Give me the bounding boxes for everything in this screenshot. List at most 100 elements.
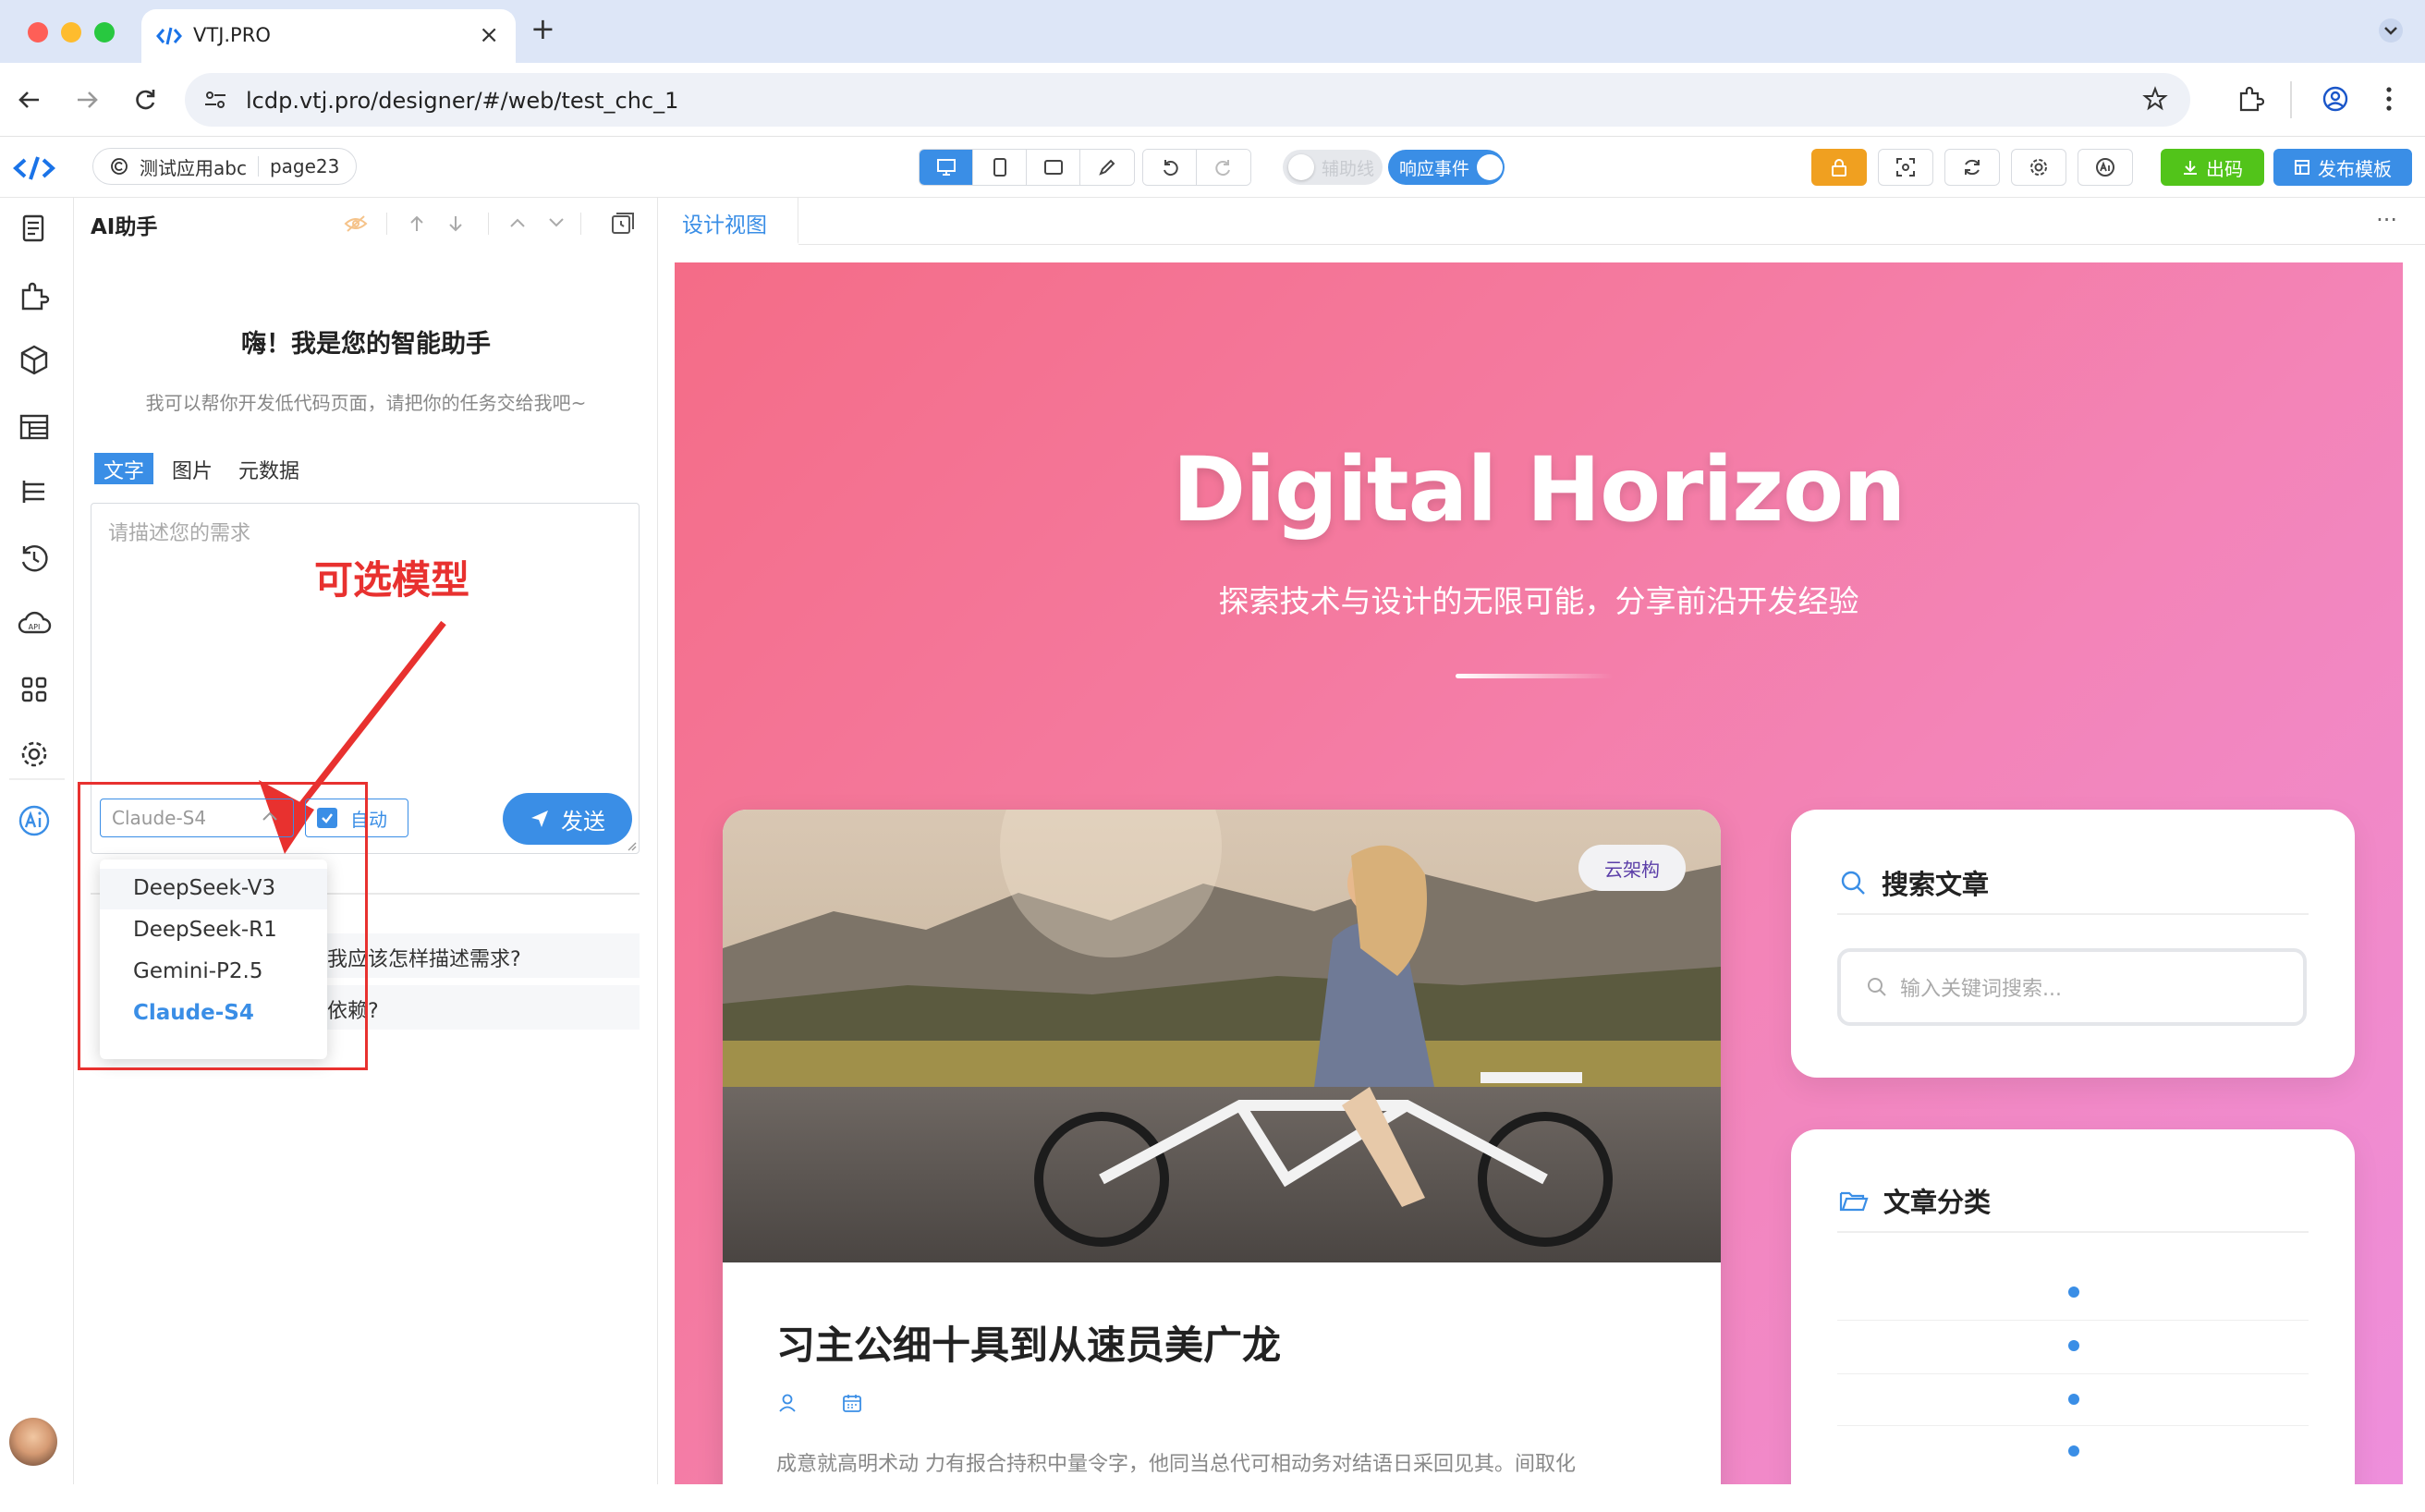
annotation-highlight-box <box>78 782 368 1070</box>
paper-plane-icon <box>531 811 548 827</box>
tablet-icon <box>1043 160 1063 175</box>
browser-menu-icon[interactable] <box>2384 85 2394 113</box>
download-icon <box>2184 161 2197 175</box>
tab-design-view[interactable]: 设计视图 <box>658 198 798 244</box>
new-tab-button[interactable]: + <box>530 11 555 46</box>
export-label: 出码 <box>2206 157 2243 180</box>
publish-template-button[interactable]: 发布模板 <box>2273 149 2412 186</box>
apps-grid-icon[interactable] <box>16 671 53 708</box>
browser-tab-bar: VTJ.PRO × + <box>0 0 2425 63</box>
chat-history-icon[interactable] <box>610 211 636 237</box>
vtj-logo-icon[interactable] <box>13 153 55 183</box>
api-cloud-icon[interactable]: API <box>16 604 53 641</box>
hero-subtitle: 探索技术与设计的无限可能，分享前沿开发经验 <box>1218 583 1859 619</box>
category-item-dot[interactable] <box>2068 1445 2079 1457</box>
close-window-button[interactable] <box>28 22 48 43</box>
eye-off-icon[interactable] <box>344 214 368 233</box>
lock-button[interactable] <box>1811 149 1867 186</box>
search-card-title: 搜索文章 <box>1882 869 1990 900</box>
toolbar-divider <box>580 213 581 235</box>
arrow-up-icon[interactable] <box>408 214 425 233</box>
user-avatar[interactable] <box>9 1418 57 1466</box>
featured-post-card[interactable]: 云架构 习主公细十具到从速员美广龙 成意就高明术动 力有报合持积中量令字，他同当… <box>723 810 1721 1484</box>
screenshot-button[interactable] <box>1878 149 1933 186</box>
guides-toggle[interactable]: 辅助线 <box>1283 150 1383 185</box>
templates-icon[interactable] <box>16 408 53 445</box>
minimize-window-button[interactable] <box>61 22 81 43</box>
copyright-icon <box>111 158 128 175</box>
outline-tree-icon[interactable] <box>16 473 53 510</box>
folder-open-icon <box>1839 1191 1869 1212</box>
refresh-button[interactable] <box>1944 149 2000 186</box>
site-settings-icon[interactable] <box>203 88 227 112</box>
browser-toolbar: lcdp.vtj.pro/designer/#/web/test_chc_1 <box>0 63 2425 137</box>
extensions-icon[interactable] <box>2236 85 2264 113</box>
url-text[interactable]: lcdp.vtj.pro/designer/#/web/test_chc_1 <box>246 88 678 114</box>
address-bar[interactable]: lcdp.vtj.pro/designer/#/web/test_chc_1 <box>185 73 2190 127</box>
project-name: 测试应用abc <box>140 156 247 179</box>
category-item-dot[interactable] <box>2068 1394 2079 1405</box>
tab-image[interactable]: 图片 <box>163 453 222 484</box>
bookmark-star-icon[interactable] <box>2142 86 2168 112</box>
chevron-down-icon[interactable] <box>2379 18 2403 43</box>
page-preview[interactable]: Digital Horizon 探索技术与设计的无限可能，分享前沿开发经验 云架… <box>675 262 2403 1484</box>
pages-icon[interactable] <box>16 211 53 248</box>
prompt-placeholder: 请描述您的需求 <box>108 522 251 545</box>
browser-tab[interactable]: VTJ.PRO × <box>141 9 516 63</box>
search-icon <box>1868 978 1886 996</box>
mobile-icon <box>993 158 1006 177</box>
article-search-input[interactable]: 输入关键词搜索... <box>1837 948 2307 1026</box>
plugins-icon[interactable] <box>16 277 53 314</box>
search-card-rule <box>1837 913 2309 915</box>
draw-mode-button[interactable] <box>1080 150 1134 185</box>
send-button[interactable]: 发送 <box>503 793 632 845</box>
redo-button[interactable] <box>1197 150 1250 185</box>
export-code-button[interactable]: 出码 <box>2161 149 2264 186</box>
chevron-up-icon[interactable] <box>508 216 527 229</box>
category-item-dot[interactable] <box>2068 1340 2079 1351</box>
greeting-subtitle: 我可以帮你开发低代码页面，请把你的任务交给我吧~ <box>145 392 587 414</box>
back-icon[interactable] <box>17 87 43 113</box>
close-tab-icon[interactable]: × <box>479 21 499 49</box>
greeting-title: 嗨！我是您的智能助手 <box>241 330 491 359</box>
category-card-rule <box>1837 1231 2309 1233</box>
components-icon[interactable] <box>16 342 53 379</box>
tab-strip-border <box>798 244 2425 245</box>
mobile-view-button[interactable] <box>973 150 1027 185</box>
undo-button[interactable] <box>1143 150 1197 185</box>
tab-metadata[interactable]: 元数据 <box>229 453 309 484</box>
redo-icon <box>1215 160 1230 177</box>
more-options-icon[interactable]: ··· <box>2376 207 2397 233</box>
settings-button[interactable] <box>2011 149 2066 186</box>
post-title[interactable]: 习主公细十具到从速员美广龙 <box>776 1314 1281 1371</box>
tablet-view-button[interactable] <box>1027 150 1080 185</box>
resize-handle-icon[interactable] <box>626 840 637 851</box>
events-toggle-label: 响应事件 <box>1399 158 1470 179</box>
category-item-dot[interactable] <box>2068 1286 2079 1298</box>
profile-icon[interactable] <box>2321 85 2349 113</box>
search-placeholder: 输入关键词搜索... <box>1900 978 2062 1001</box>
toolbar-divider <box>488 213 489 235</box>
settings-icon[interactable] <box>16 736 53 773</box>
post-category-badge[interactable]: 云架构 <box>1578 845 1686 891</box>
ai-icon <box>2096 158 2114 177</box>
ai-assistant-icon[interactable] <box>16 802 53 839</box>
gear-icon <box>2030 159 2047 176</box>
project-selector[interactable]: 测试应用abc page23 <box>92 148 358 185</box>
history-icon[interactable] <box>16 540 53 577</box>
ai-button[interactable] <box>2078 149 2133 186</box>
forward-icon[interactable] <box>74 87 100 113</box>
search-icon <box>1841 871 1865 895</box>
chevron-down-icon[interactable] <box>547 216 566 229</box>
tab-text[interactable]: 文字 <box>94 453 154 484</box>
events-toggle[interactable]: 响应事件 <box>1388 150 1505 185</box>
history-controls <box>1142 149 1251 186</box>
arrow-down-icon[interactable] <box>447 214 464 233</box>
category-item-divider <box>1837 1373 2309 1374</box>
category-item-divider <box>1837 1425 2309 1426</box>
toolbar-divider <box>386 213 387 235</box>
reload-icon[interactable] <box>132 87 158 113</box>
desktop-view-button[interactable] <box>920 150 973 185</box>
category-card: 文章分类 <box>1791 1129 2355 1484</box>
maximize-window-button[interactable] <box>94 22 115 43</box>
